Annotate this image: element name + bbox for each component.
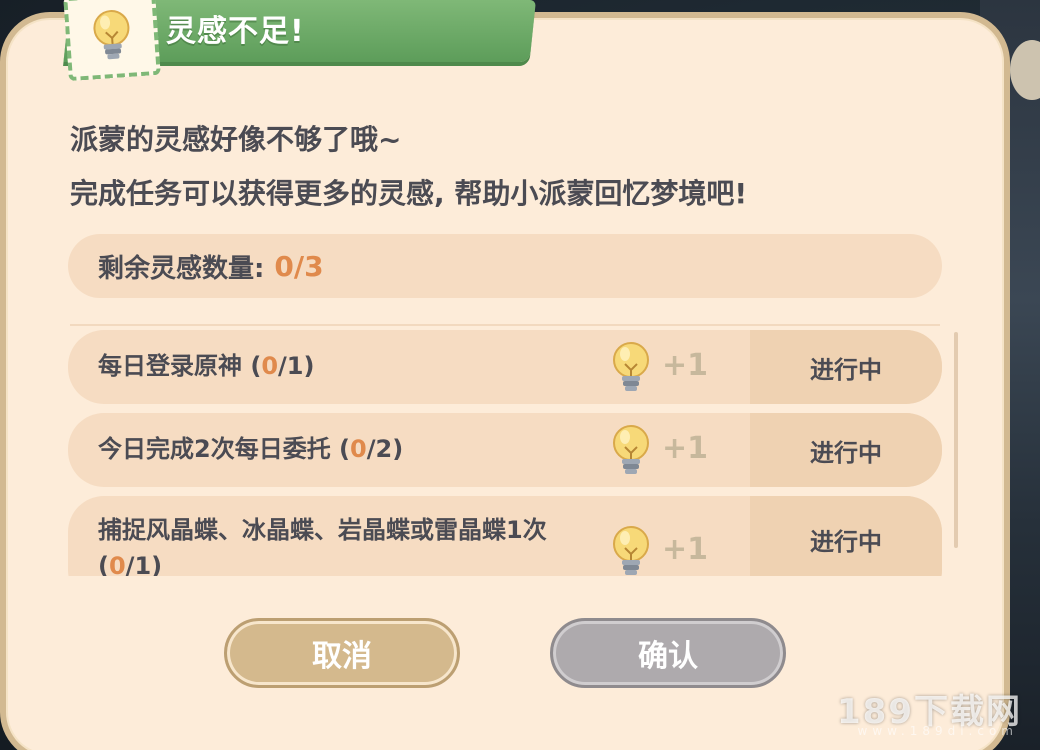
task-row: 今日完成2次每日委托 (0/2) +1 进行中: [68, 413, 942, 487]
lightbulb-icon: [613, 425, 649, 474]
lightbulb-icon: [613, 342, 649, 391]
remaining-value: 0/3: [274, 249, 324, 283]
task-list[interactable]: 每日登录原神 (0/1) +1 进行中 今日完成2次每日委托 (0/2) +1 …: [68, 330, 942, 576]
title-badge: [63, 0, 161, 82]
task-list-scrollbar[interactable]: [954, 332, 958, 548]
dialog-title: 灵感不足!: [166, 14, 305, 49]
task-status-button[interactable]: 进行中: [750, 496, 942, 576]
task-status-button[interactable]: 进行中: [750, 330, 942, 404]
message-line-2: 完成任务可以获得更多的灵感, 帮助小派蒙回忆梦境吧!: [70, 177, 748, 210]
task-row: 每日登录原神 (0/1) +1 进行中: [68, 330, 942, 404]
lightbulb-icon: [613, 526, 649, 575]
reward-amount: +1: [662, 348, 709, 383]
task-row: 捕捉风晶蝶、冰晶蝶、岩晶蝶或雷晶蝶1次 (0/1) +1 进行中: [68, 496, 942, 576]
divider: [70, 324, 940, 326]
task-name: 每日登录原神 (0/1): [98, 352, 315, 380]
reward-amount: +1: [662, 532, 709, 567]
remaining-label: 剩余灵感数量:: [98, 253, 265, 284]
task-status-button[interactable]: 进行中: [750, 413, 942, 487]
confirm-button[interactable]: 确认: [550, 618, 786, 688]
task-name: 捕捉风晶蝶、冰晶蝶、岩晶蝶或雷晶蝶1次 (0/1): [98, 516, 547, 576]
remaining-inspiration: 剩余灵感数量: 0/3: [68, 234, 942, 298]
reward-amount: +1: [662, 431, 709, 466]
cancel-button[interactable]: 取消: [224, 618, 460, 688]
watermark-url: www.189dl.com: [857, 724, 1018, 738]
message-line-1: 派蒙的灵感好像不够了哦~: [70, 123, 402, 156]
lightbulb-icon: [93, 10, 130, 60]
task-name: 今日完成2次每日委托 (0/2): [98, 435, 404, 463]
